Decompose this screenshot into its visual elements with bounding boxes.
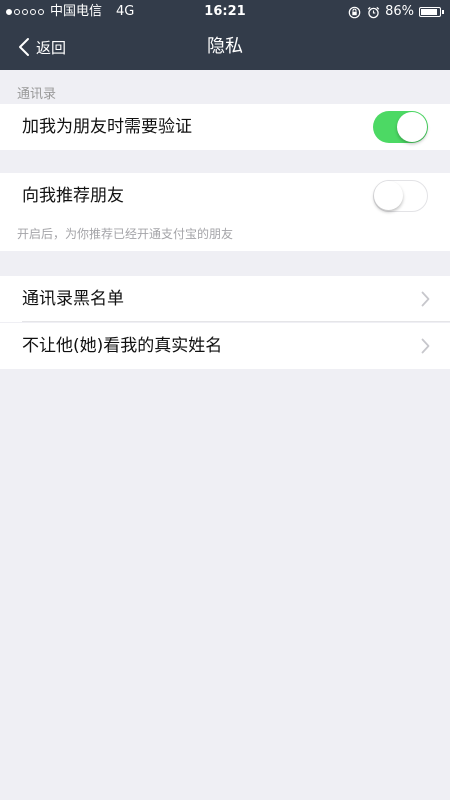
toggle-knob xyxy=(374,181,403,210)
setting-verify-row: 加我为朋友时需要验证 xyxy=(0,104,450,150)
divider xyxy=(22,321,450,322)
page-title: 隐私 xyxy=(207,36,243,57)
top-bar: 中国电信 4G 16:21 86% 返回 隐私 xyxy=(0,0,450,70)
section-header-contacts: 通讯录 xyxy=(17,87,57,102)
nav-bar: 返回 隐私 xyxy=(0,24,450,70)
alarm-icon xyxy=(366,5,380,19)
recommend-note-text: 开启后，为你推荐已经开通支付宝的朋友 xyxy=(17,227,234,241)
status-right: 86% xyxy=(347,0,444,24)
chevron-right-icon xyxy=(421,338,430,354)
list-item-blacklist[interactable]: 通讯录黑名单 xyxy=(0,276,450,322)
battery-tip xyxy=(442,10,444,14)
status-bar: 中国电信 4G 16:21 86% xyxy=(0,0,450,24)
verify-toggle[interactable] xyxy=(373,111,428,143)
recommend-note: 开启后，为你推荐已经开通支付宝的朋友 xyxy=(0,219,450,251)
battery-icon xyxy=(419,7,441,17)
recommend-toggle[interactable] xyxy=(373,180,428,212)
setting-recommend-row: 向我推荐朋友 xyxy=(0,173,450,219)
setting-verify-label: 加我为朋友时需要验证 xyxy=(22,117,192,137)
setting-recommend-label: 向我推荐朋友 xyxy=(22,186,124,206)
list-item-label: 不让他(她)看我的真实姓名 xyxy=(22,336,223,356)
list-item-hide-real-name[interactable]: 不让他(她)看我的真实姓名 xyxy=(0,323,450,369)
list-item-label: 通讯录黑名单 xyxy=(22,289,124,309)
battery-percent: 86% xyxy=(385,4,414,19)
toggle-knob xyxy=(397,112,427,142)
rotation-lock-icon xyxy=(347,5,361,19)
chevron-right-icon xyxy=(421,291,430,307)
